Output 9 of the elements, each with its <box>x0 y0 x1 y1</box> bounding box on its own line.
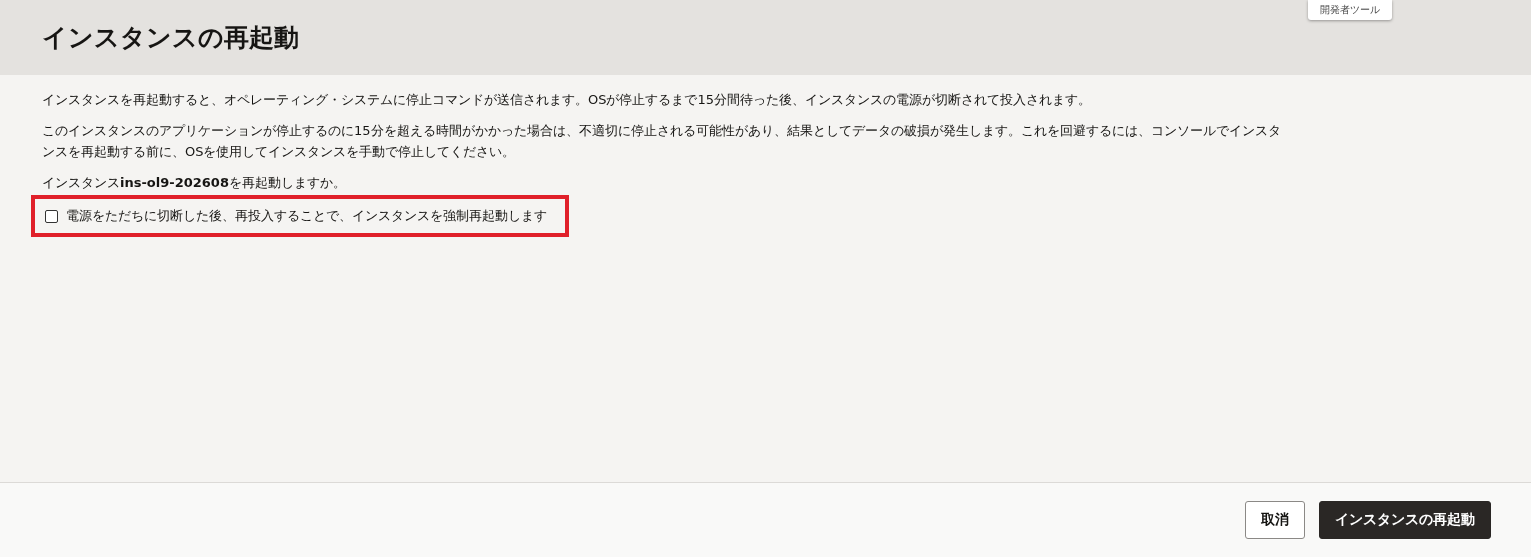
cancel-button[interactable]: 取消 <box>1245 501 1305 539</box>
tooltip: 開発者ツール <box>1308 0 1392 20</box>
restart-button[interactable]: インスタンスの再起動 <box>1319 501 1491 539</box>
checkbox[interactable] <box>45 209 58 223</box>
checkbox-label[interactable]: 電源をただちに切断した後、再投入することで、インスタンスを強制再起動します <box>66 207 547 225</box>
description-text: インスタンスを再起動すると、オペレーティング・システムに停止コマンドが送信されます。OSが停止するまで15分間待った後、インスタンスの電源が切断されて投入されます。 <box>42 91 1093 109</box>
confirmation-question: インスタンスins-ol9-202608を再起動しますか。 <box>42 174 347 192</box>
dialog-title: インスタンスの再起動 <box>42 22 299 54</box>
description-text: このインスタンスのアプリケーションが停止するのに15分を超える時間がかかった場合は、不適切に停止される可能性があり、結果としてデータの破損が発生します。これを回避するには、コンソールでインスタンスを再起動する前に、OSを使用してインスタンスを手動で停止してください。 <box>42 122 1282 161</box>
